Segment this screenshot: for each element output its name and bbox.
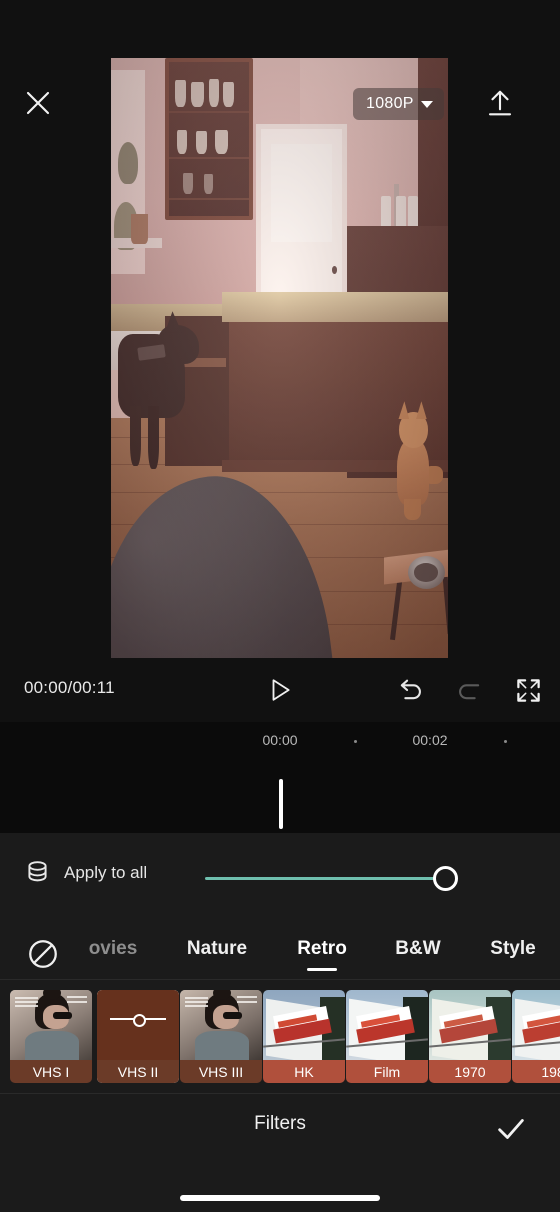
- filter-preview-thumbnail: [429, 990, 511, 1060]
- play-button[interactable]: [256, 666, 304, 714]
- active-tab-underline: [307, 968, 337, 971]
- undo-icon: [400, 679, 421, 700]
- ruler-tick-dot: [504, 740, 507, 743]
- pet-bowl: [407, 556, 445, 589]
- export-button[interactable]: [472, 75, 528, 131]
- redo-icon: [459, 684, 480, 700]
- tab-bw[interactable]: B&W: [395, 938, 440, 960]
- filter-tile-film[interactable]: Film: [346, 990, 428, 1083]
- filter-preview-thumbnail: [512, 990, 560, 1060]
- filter-label: Film: [346, 1060, 428, 1083]
- playhead-indicator[interactable]: [279, 779, 283, 829]
- filter-label: HK: [263, 1060, 345, 1083]
- redo-button[interactable]: [446, 666, 494, 714]
- filter-tile-1970[interactable]: 1970: [429, 990, 511, 1083]
- selected-filter-overlay: [97, 990, 179, 1060]
- close-button[interactable]: [10, 75, 66, 131]
- fullscreen-button[interactable]: [504, 666, 552, 714]
- cat-subject: [397, 439, 430, 505]
- filter-label: VHS I: [10, 1060, 92, 1083]
- filter-preview-thumbnail: [346, 990, 428, 1060]
- timecode-display: 00:00/00:11: [24, 678, 115, 697]
- timeline-ruler: 00:00 00:02: [0, 722, 560, 758]
- checkmark-icon: [498, 1119, 524, 1139]
- playback-bar: 00:00/00:11: [0, 658, 560, 722]
- filter-preview-thumbnail: [10, 990, 92, 1060]
- filter-tile-vhs-2[interactable]: VHS II: [97, 990, 179, 1083]
- editor-screen: 1080P 00:00/00:11 00:00 00:02 Apply to a…: [0, 0, 560, 1212]
- filter-preview-thumbnail: [180, 990, 262, 1060]
- tab-retro[interactable]: Retro: [297, 938, 347, 960]
- filter-label: VHS III: [180, 1060, 262, 1083]
- undo-button[interactable]: [386, 666, 434, 714]
- apply-to-all-bar: Apply to all: [0, 833, 560, 922]
- export-upload-icon: [488, 90, 512, 116]
- filter-tile-hk[interactable]: HK: [263, 990, 345, 1083]
- tab-style[interactable]: Style: [490, 938, 535, 960]
- timeline-track[interactable]: 00:00 00:02: [0, 722, 560, 833]
- filter-tile-vhs-3[interactable]: VHS III: [180, 990, 262, 1083]
- ruler-tick-label: 00:02: [412, 732, 448, 748]
- fullscreen-expand-icon: [516, 678, 540, 702]
- tab-movies[interactable]: ovies: [89, 938, 138, 960]
- apply-to-all-button[interactable]: Apply to all: [24, 859, 147, 886]
- chevron-down-icon: [420, 100, 433, 108]
- apply-to-all-label: Apply to all: [64, 862, 148, 882]
- filter-label: VHS II: [97, 1060, 179, 1083]
- filter-preview-thumbnail: [263, 990, 345, 1060]
- ruler-tick-dot: [354, 740, 357, 743]
- video-frame-content: [111, 58, 448, 658]
- tab-nature[interactable]: Nature: [187, 938, 247, 960]
- no-filter-button[interactable]: [26, 937, 60, 971]
- resolution-selector[interactable]: 1080P: [353, 88, 444, 120]
- panel-title: Filters: [254, 1113, 306, 1134]
- filter-label: 1970: [429, 1060, 511, 1083]
- video-preview-area: 1080P: [0, 0, 560, 722]
- filter-label: 198: [512, 1060, 560, 1083]
- slider-knob[interactable]: [433, 866, 458, 891]
- home-indicator: [180, 1195, 380, 1201]
- filter-tile-1980[interactable]: 198: [512, 990, 560, 1083]
- ruler-tick-label: 00:00: [262, 732, 298, 748]
- filter-preview-thumbnail: [97, 990, 179, 1060]
- filter-tile-vhs-1[interactable]: VHS I: [10, 990, 92, 1083]
- no-filter-icon: [29, 940, 57, 968]
- stack-layers-icon: [28, 861, 47, 882]
- confirm-button[interactable]: [487, 1105, 535, 1153]
- filter-intensity-slider[interactable]: [205, 866, 458, 891]
- filter-thumbnail-strip[interactable]: VHS I VHS II VHS III HK Film 1970 19: [0, 980, 560, 1093]
- video-canvas[interactable]: [111, 58, 448, 658]
- play-icon: [272, 679, 290, 701]
- intensity-adjust-knob[interactable]: [133, 1013, 147, 1027]
- close-icon: [26, 91, 50, 115]
- filter-category-tabs: ovies Nature Retro B&W Style: [0, 922, 560, 980]
- resolution-label: 1080P: [366, 95, 414, 112]
- divider: [0, 1093, 560, 1094]
